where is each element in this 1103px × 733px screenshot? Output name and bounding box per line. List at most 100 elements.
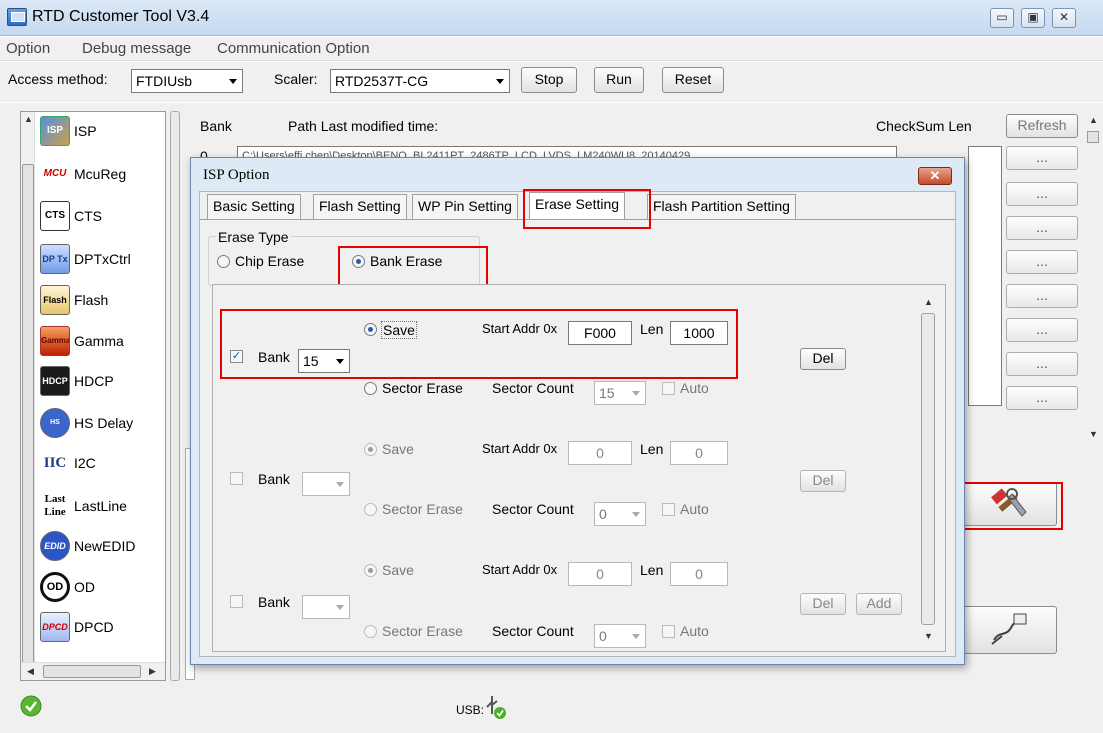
entry2-sector-erase-radio[interactable] (364, 503, 377, 516)
minimize-button[interactable]: ▭ (990, 8, 1014, 28)
menu-option[interactable]: Option (6, 40, 50, 57)
menu-debug-message[interactable]: Debug message (82, 40, 191, 57)
sidebar-item-hdcp[interactable]: HDCP HDCP (40, 362, 164, 402)
entry1-auto-checkbox[interactable] (662, 382, 675, 395)
entry2-bank-select[interactable] (302, 472, 350, 496)
sidebar-item-label: HS Delay (74, 415, 134, 431)
sidebar-item-hs-delay[interactable]: HS Delay HS Delay (40, 404, 164, 444)
entries-vscroll[interactable]: ▲ ▼ (916, 291, 940, 646)
entry3-save-label: Save (382, 562, 414, 578)
entry1-del-button[interactable]: Del (800, 348, 846, 370)
tab-basic-setting[interactable]: Basic Setting (207, 194, 301, 219)
scroll-down-icon[interactable]: ▼ (1089, 429, 1098, 439)
sidebar-item-gamma[interactable]: Gamma Gamma (40, 322, 164, 362)
menu-communication-option[interactable]: Communication Option (217, 40, 370, 57)
entry1-sector-erase-radio[interactable] (364, 382, 377, 395)
sidebar-item-label: Gamma (74, 333, 124, 349)
entry3-bank-label: Bank (258, 594, 290, 610)
entry3-del-button[interactable]: Del (800, 593, 846, 615)
browse-button[interactable]: ... (1006, 284, 1078, 308)
scroll-up-icon[interactable]: ▲ (1089, 115, 1098, 125)
scaler-value: RTD2537T-CG (335, 73, 429, 89)
scroll-thumb[interactable] (1087, 131, 1099, 143)
tool-list-hscroll[interactable]: ◀ ▶ (21, 662, 165, 680)
tab-flash-setting[interactable]: Flash Setting (313, 194, 407, 219)
entry2-start-addr-input[interactable]: 0 (568, 441, 632, 465)
scroll-right-icon[interactable]: ▶ (149, 666, 156, 677)
stop-button[interactable]: Stop (521, 67, 577, 93)
usb-tool-button[interactable] (963, 606, 1057, 654)
sidebar-item-lastline[interactable]: Last Line LastLine (40, 487, 164, 527)
chevron-down-icon (336, 605, 344, 610)
entry3-sector-count-select[interactable]: 0 (594, 624, 646, 648)
sidebar-item-label: CTS (74, 208, 102, 224)
scroll-thumb[interactable] (43, 665, 141, 678)
sidebar-item-mcureg[interactable]: MCU McuReg (40, 155, 164, 195)
tab-wp-pin-setting[interactable]: WP Pin Setting (412, 194, 518, 219)
chip-erase-radio[interactable] (217, 255, 230, 268)
entry3-bank-select[interactable] (302, 595, 350, 619)
sidebar-item-label: DPTxCtrl (74, 251, 131, 267)
tool-list-vscroll[interactable]: ▲ (21, 112, 35, 664)
browse-button[interactable]: ... (1006, 352, 1078, 376)
scroll-thumb[interactable] (22, 164, 34, 664)
entry3-save-radio[interactable] (364, 564, 377, 577)
add-entry-button[interactable]: Add (856, 593, 902, 615)
entry2-del-button[interactable]: Del (800, 470, 846, 492)
sidebar-item-od[interactable]: OD OD (40, 568, 164, 608)
sidebar-item-dpcd[interactable]: DPCD DPCD (40, 608, 164, 648)
reset-button[interactable]: Reset (662, 67, 724, 93)
scroll-up-icon[interactable]: ▲ (924, 297, 933, 307)
sidebar-item-flash[interactable]: Flash Flash (40, 281, 164, 321)
entry3-auto-checkbox[interactable] (662, 625, 675, 638)
entry3-sector-count-label: Sector Count (492, 623, 574, 639)
sidebar-item-label: I2C (74, 455, 96, 471)
close-button[interactable]: ✕ (1052, 8, 1076, 28)
entry1-sector-count-value: 15 (599, 385, 615, 401)
browse-button[interactable]: ... (1006, 386, 1078, 410)
sidebar-item-label: Flash (74, 292, 109, 308)
entry2-bank-checkbox[interactable] (230, 472, 243, 485)
scroll-down-icon[interactable]: ▼ (924, 631, 933, 641)
sidebar-item-dptxctrl[interactable]: DP Tx DPTxCtrl (40, 240, 164, 280)
tab-flash-partition-setting[interactable]: Flash Partition Setting (647, 194, 796, 219)
sidebar-item-label: HDCP (74, 373, 114, 389)
sidebar-item-cts[interactable]: CTS CTS (40, 197, 164, 237)
window-title: RTD Customer Tool V3.4 (32, 8, 210, 25)
maximize-button[interactable]: ▣ (1021, 8, 1045, 28)
scaler-select[interactable]: RTD2537T-CG (330, 69, 510, 93)
dialog-title: ISP Option (203, 167, 270, 183)
scroll-up-icon[interactable]: ▲ (24, 114, 33, 124)
entry3-sector-erase-radio[interactable] (364, 625, 377, 638)
entry2-len-input[interactable]: 0 (670, 441, 728, 465)
entry1-sector-count-select[interactable]: 15 (594, 381, 646, 405)
entry3-bank-checkbox[interactable] (230, 595, 243, 608)
refresh-button[interactable]: Refresh (1006, 114, 1078, 138)
entry2-sector-count-select[interactable]: 0 (594, 502, 646, 526)
browse-button[interactable]: ... (1006, 318, 1078, 342)
run-button[interactable]: Run (594, 67, 644, 93)
entry2-auto-checkbox[interactable] (662, 503, 675, 516)
panel-splitter[interactable] (170, 111, 180, 681)
browse-button[interactable]: ... (1006, 146, 1078, 170)
access-method-value: FTDIUsb (136, 73, 192, 89)
sidebar-item-newedid[interactable]: EDID NewEDID (40, 527, 164, 567)
browse-button[interactable]: ... (1006, 216, 1078, 240)
bank-list-vscroll[interactable]: ▲ ▼ (1085, 111, 1101, 441)
sidebar-item-label: McuReg (74, 166, 127, 182)
browse-button[interactable]: ... (1006, 250, 1078, 274)
usb-connected-icon (486, 696, 506, 719)
erase-tab-highlight (523, 189, 651, 229)
access-method-select[interactable]: FTDIUsb (131, 69, 243, 93)
scroll-thumb[interactable] (921, 313, 935, 625)
sidebar-item-i2c[interactable]: IIC I2C (40, 444, 164, 484)
entry3-start-addr-input[interactable]: 0 (568, 562, 632, 586)
entry3-len-input[interactable]: 0 (670, 562, 728, 586)
dialog-close-button[interactable]: ✕ (918, 167, 952, 185)
entry2-save-radio[interactable] (364, 443, 377, 456)
browse-button[interactable]: ... (1006, 182, 1078, 206)
edid-icon: EDID (40, 531, 70, 561)
scroll-left-icon[interactable]: ◀ (27, 666, 34, 677)
sidebar-item-isp[interactable]: ISP ISP (40, 112, 164, 152)
sidebar-item-label: DPCD (74, 619, 114, 635)
